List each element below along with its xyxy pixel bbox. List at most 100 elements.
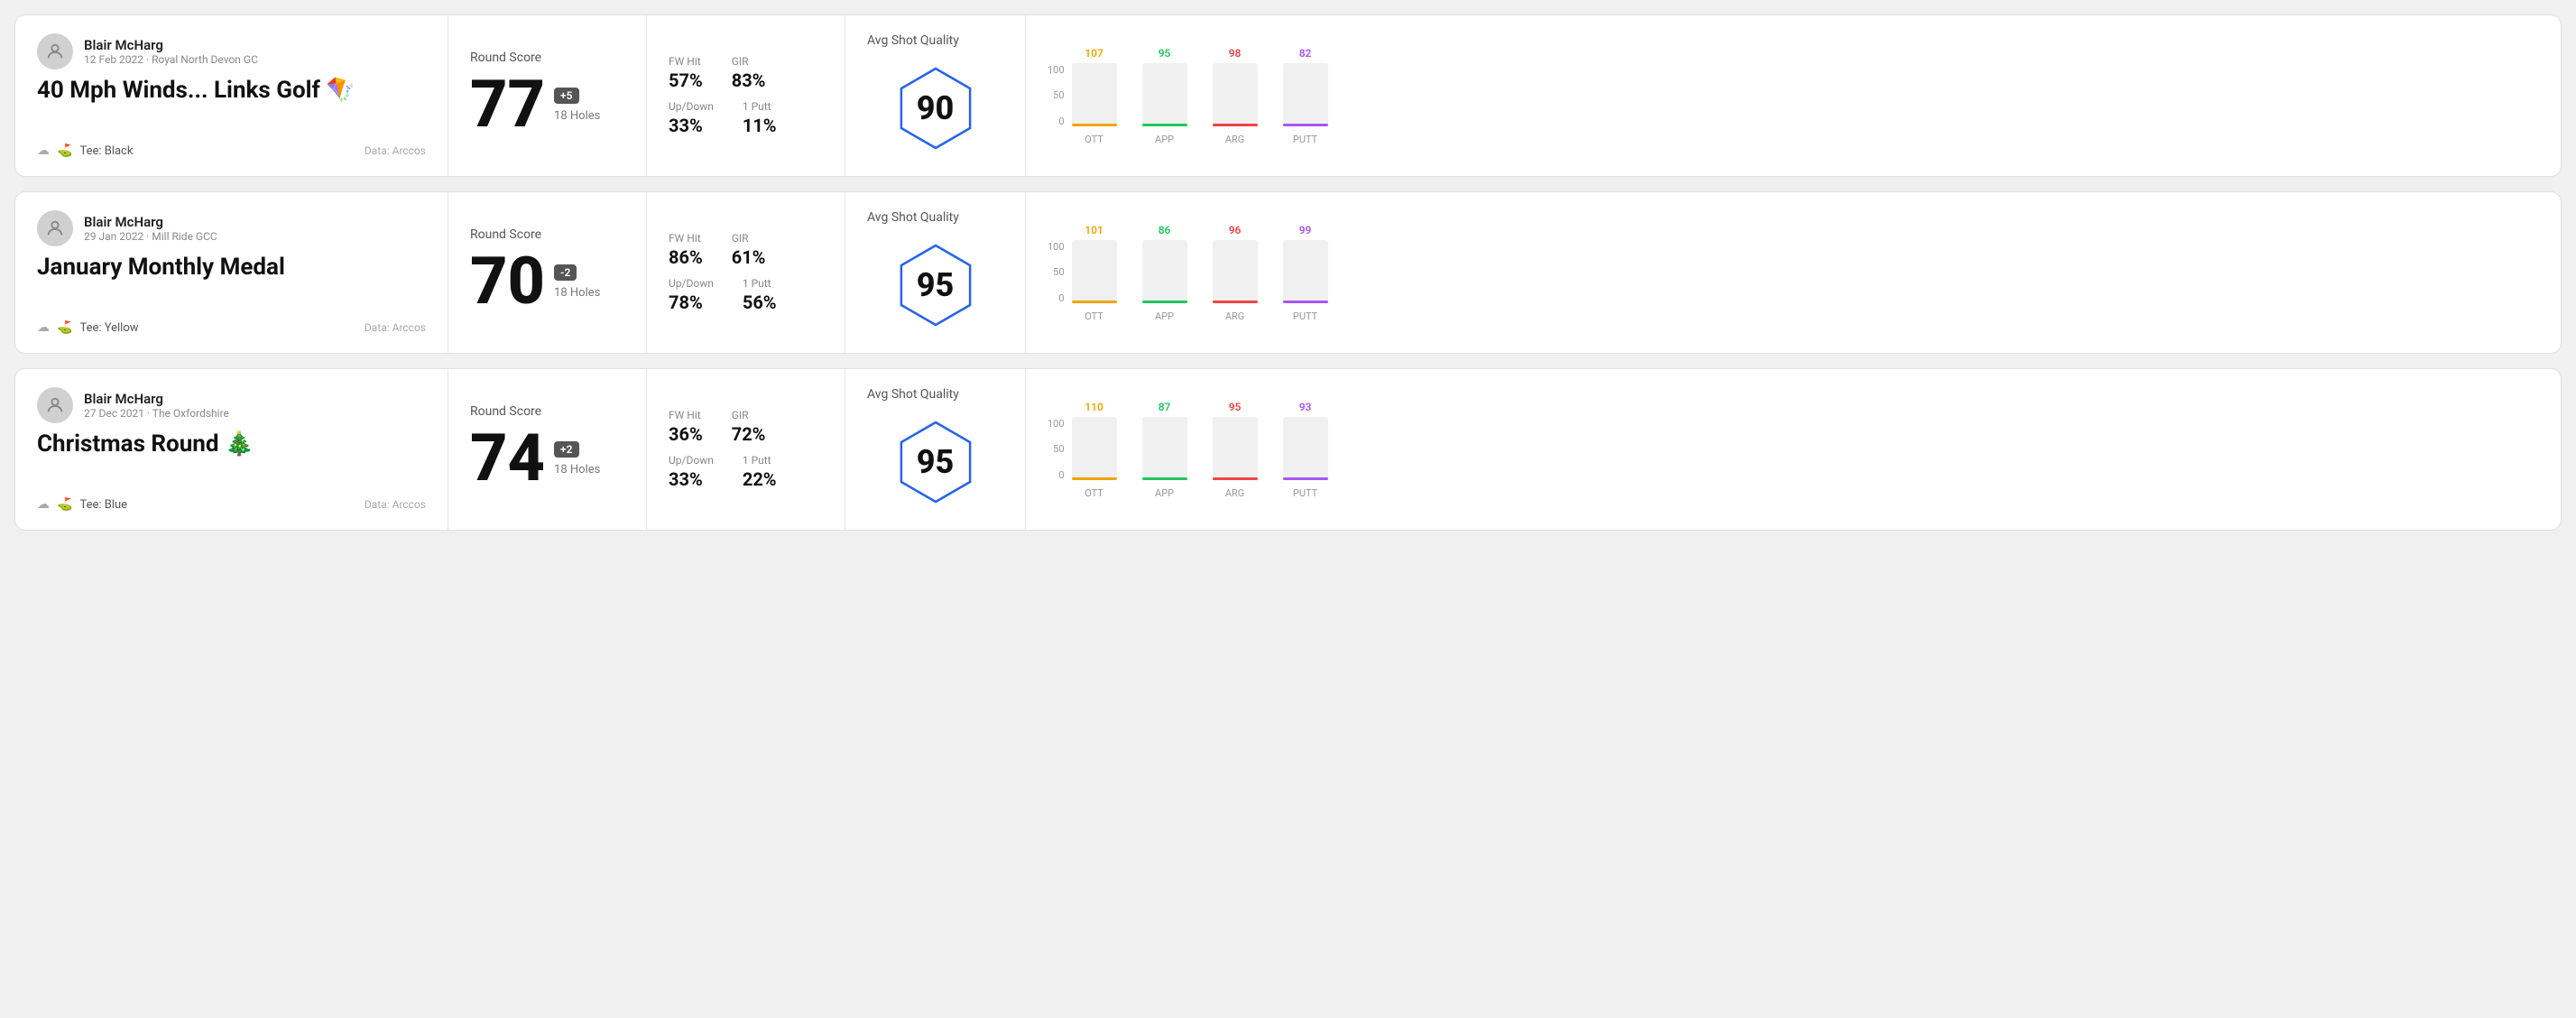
bar-group-ott: 110 OTT	[1072, 401, 1117, 499]
bag-icon: ⛳	[57, 320, 72, 335]
score-label: Round Score	[470, 404, 624, 419]
bar-outer-putt	[1283, 417, 1328, 480]
bar-value-app: 95	[1159, 47, 1171, 60]
bar-outer-app	[1142, 240, 1187, 303]
bar-outer-ott	[1072, 240, 1117, 303]
bar-value-arg: 98	[1229, 47, 1242, 60]
weather-icon: ☁	[37, 143, 50, 158]
score-differential-badge: -2	[554, 264, 577, 281]
fw-hit-label: FW Hit	[669, 409, 703, 421]
bar-label-ott: OTT	[1085, 487, 1103, 499]
quality-panel: Avg Shot Quality 95	[845, 369, 1026, 530]
bar-outer-arg	[1213, 417, 1258, 480]
fw-hit-stat: FW Hit 57%	[669, 55, 703, 91]
chart-panel: 100 50 0 107 OTT 95 APP	[1026, 15, 2561, 176]
bar-line-app	[1142, 477, 1187, 480]
bar-value-putt: 93	[1299, 401, 1312, 413]
oneputt-stat: 1 Putt 11%	[743, 100, 777, 136]
card-footer: ☁ ⛳ Tee: Yellow Data: Arccos	[37, 320, 426, 335]
chart-bars: 110 OTT 87 APP 95 ARG	[1072, 401, 2539, 499]
bar-label-app: APP	[1155, 134, 1174, 145]
score-main: 70 -2 18 Holes	[470, 249, 624, 314]
fw-hit-label: FW Hit	[669, 55, 703, 68]
gir-stat: GIR 72%	[732, 409, 766, 445]
gir-label: GIR	[732, 409, 766, 421]
bar-line-arg	[1213, 124, 1258, 126]
score-number: 70	[470, 249, 545, 314]
score-badge-area: -2 18 Holes	[554, 264, 600, 300]
bag-icon: ⛳	[57, 497, 72, 512]
user-row: Blair McHarg 29 Jan 2022 · Mill Ride GCC	[37, 210, 426, 246]
fw-hit-stat: FW Hit 36%	[669, 409, 703, 445]
bar-line-ott	[1072, 124, 1117, 126]
quality-score: 95	[917, 266, 955, 304]
card-footer: ☁ ⛳ Tee: Blue Data: Arccos	[37, 497, 426, 512]
bar-group-arg: 95 ARG	[1213, 401, 1258, 499]
bar-label-putt: PUTT	[1293, 134, 1317, 145]
fw-hit-stat: FW Hit 86%	[669, 232, 703, 268]
weather-icon: ☁	[37, 497, 50, 512]
updown-label: Up/Down	[669, 100, 714, 113]
y-label-100: 100	[1048, 241, 1065, 253]
gir-label: GIR	[732, 232, 766, 245]
y-axis-labels: 100 50 0	[1048, 64, 1065, 145]
quality-score: 90	[917, 89, 955, 127]
bar-value-ott: 107	[1085, 47, 1103, 60]
y-label-50: 50	[1048, 443, 1065, 455]
updown-value: 78%	[669, 292, 714, 313]
round-title: 40 Mph Winds... Links Golf 🪁	[37, 77, 426, 104]
oneputt-value: 11%	[743, 115, 777, 136]
chart-panel: 100 50 0 110 OTT 87 APP	[1026, 369, 2561, 530]
hexagon-container: 90	[891, 59, 981, 158]
stats-panel: FW Hit 86% GIR 61% Up/Down 78% 1 Putt 56…	[647, 192, 845, 353]
avatar	[37, 33, 73, 69]
bar-group-arg: 96 ARG	[1213, 224, 1258, 322]
card-footer: ☁ ⛳ Tee: Black Data: Arccos	[37, 143, 426, 158]
oneputt-value: 22%	[743, 468, 777, 490]
gir-label: GIR	[732, 55, 766, 68]
gir-value: 83%	[732, 69, 766, 91]
score-label: Round Score	[470, 227, 624, 242]
user-row: Blair McHarg 12 Feb 2022 · Royal North D…	[37, 33, 426, 69]
gir-value: 72%	[732, 423, 766, 445]
y-label-0: 0	[1048, 116, 1065, 127]
bar-group-app: 95 APP	[1142, 47, 1187, 145]
bar-value-ott: 101	[1085, 224, 1103, 236]
weather-icon: ☁	[37, 320, 50, 335]
bar-outer-putt	[1283, 240, 1328, 303]
bar-line-putt	[1283, 124, 1328, 126]
gir-value: 61%	[732, 246, 766, 268]
score-differential-badge: +5	[554, 88, 578, 104]
bar-value-app: 86	[1159, 224, 1171, 236]
bar-line-arg	[1213, 477, 1258, 480]
score-panel: Round Score 77 +5 18 Holes	[448, 15, 647, 176]
stats-row-bottom: Up/Down 33% 1 Putt 11%	[669, 100, 823, 136]
score-number: 77	[470, 72, 545, 137]
y-label-100: 100	[1048, 418, 1065, 430]
user-name: Blair McHarg	[84, 37, 258, 53]
holes-text: 18 Holes	[554, 286, 600, 300]
bar-group-ott: 101 OTT	[1072, 224, 1117, 322]
stats-panel: FW Hit 36% GIR 72% Up/Down 33% 1 Putt 22…	[647, 369, 845, 530]
fw-hit-value: 36%	[669, 423, 703, 445]
user-info: Blair McHarg 27 Dec 2021 · The Oxfordshi…	[84, 391, 229, 420]
user-name: Blair McHarg	[84, 391, 229, 407]
round-info-panel: Blair McHarg 12 Feb 2022 · Royal North D…	[15, 15, 448, 176]
score-number: 74	[470, 426, 545, 491]
bag-icon: ⛳	[57, 143, 72, 158]
score-differential-badge: +2	[554, 441, 578, 458]
data-source: Data: Arccos	[365, 498, 426, 511]
bar-label-putt: PUTT	[1293, 487, 1317, 499]
user-name: Blair McHarg	[84, 214, 217, 230]
user-info: Blair McHarg 12 Feb 2022 · Royal North D…	[84, 37, 258, 66]
bar-group-putt: 82 PUTT	[1283, 47, 1328, 145]
tee-info: ☁ ⛳ Tee: Blue	[37, 497, 127, 512]
avatar	[37, 387, 73, 423]
stats-row-top: FW Hit 86% GIR 61%	[669, 232, 823, 268]
fw-hit-value: 86%	[669, 246, 703, 268]
quality-label: Avg Shot Quality	[867, 33, 959, 48]
y-axis-labels: 100 50 0	[1048, 418, 1065, 499]
bar-label-app: APP	[1155, 310, 1174, 322]
bar-outer-app	[1142, 417, 1187, 480]
round-info-panel: Blair McHarg 29 Jan 2022 · Mill Ride GCC…	[15, 192, 448, 353]
